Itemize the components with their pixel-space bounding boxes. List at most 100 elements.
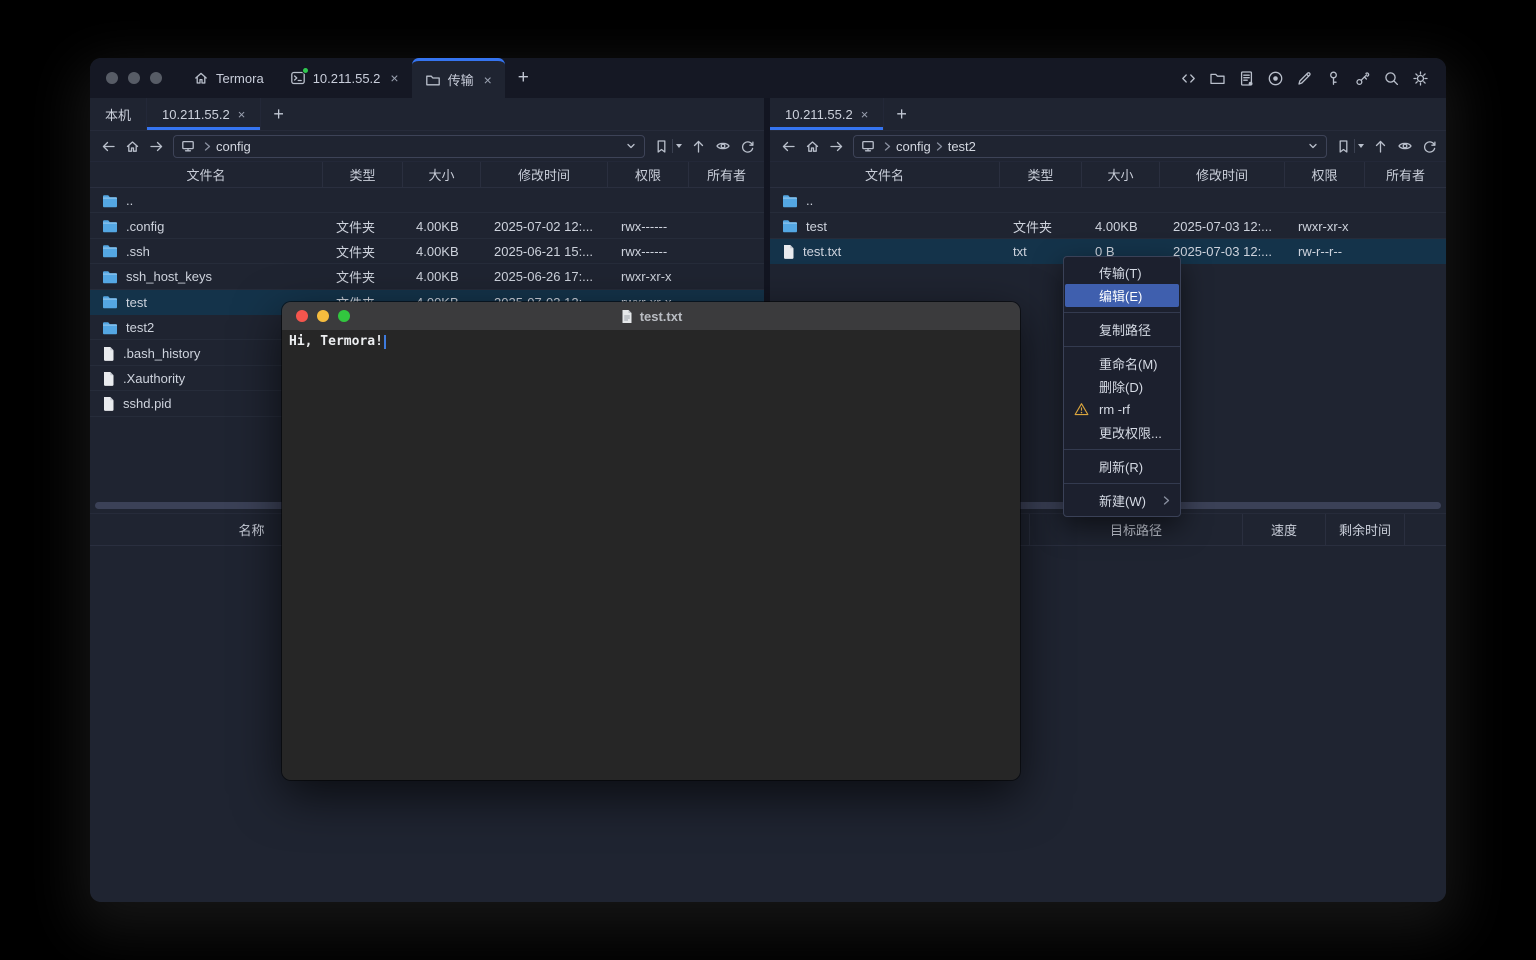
settings-icon[interactable]	[1412, 70, 1429, 87]
editor-titlebar[interactable]: test.txt	[282, 302, 1020, 330]
panel-tab-host[interactable]: 10.211.55.2 ×	[770, 98, 884, 130]
close-icon[interactable]: ×	[238, 108, 246, 121]
file-name: .bash_history	[123, 346, 200, 361]
column-header[interactable]: 所有者	[1365, 162, 1446, 187]
new-tab-button[interactable]: +	[505, 58, 542, 98]
column-header[interactable]: 修改时间	[481, 162, 608, 187]
column-header[interactable]: 所有者	[689, 162, 764, 187]
panel-tab-host[interactable]: 10.211.55.2 ×	[147, 98, 261, 130]
column-header[interactable]: 权限	[608, 162, 689, 187]
home-icon[interactable]	[805, 139, 820, 154]
file-perm: rwxr-xr-x	[608, 269, 689, 284]
zoom-window-button[interactable]	[338, 310, 350, 322]
tab-transfer[interactable]: 传输 ×	[412, 58, 505, 98]
menu-item[interactable]: 删除(D)	[1064, 375, 1180, 398]
breadcrumb-segment[interactable]: test2	[948, 139, 976, 154]
menu-item[interactable]: 刷新(R)	[1064, 455, 1180, 478]
menu-item[interactable]: rm -rf	[1064, 398, 1180, 421]
minimize-window-button[interactable]	[317, 310, 329, 322]
refresh-icon[interactable]	[740, 139, 755, 154]
record-icon[interactable]	[1267, 70, 1284, 87]
tab-session[interactable]: 10.211.55.2 ×	[277, 58, 412, 98]
table-row[interactable]: .config文件夹4.00KB2025-07-02 12:...rwx----…	[90, 213, 764, 238]
file-name: .Xauthority	[123, 371, 185, 386]
column-header-target-path[interactable]: 目标路径	[1030, 514, 1243, 545]
back-icon[interactable]	[101, 139, 116, 154]
warning-icon	[1074, 402, 1089, 416]
column-header[interactable]: 大小	[1082, 162, 1160, 187]
column-header[interactable]: 大小	[403, 162, 481, 187]
chevron-down-icon[interactable]	[1307, 140, 1319, 152]
menu-item[interactable]: 复制路径	[1064, 318, 1180, 341]
file-size: 4.00KB	[1082, 219, 1160, 234]
code-icon[interactable]	[1180, 70, 1197, 87]
close-window-button[interactable]	[296, 310, 308, 322]
editor-window: test.txt Hi, Termora!	[282, 302, 1020, 780]
menu-item[interactable]: 更改权限...	[1064, 421, 1180, 444]
close-window-button[interactable]	[106, 72, 118, 84]
file-type: 文件夹	[1000, 217, 1082, 236]
folder-icon[interactable]	[1209, 70, 1226, 87]
editor-content[interactable]: Hi, Termora!	[282, 330, 1020, 780]
chevron-right-icon	[202, 141, 213, 152]
column-header[interactable]: 文件名	[770, 162, 1000, 187]
close-icon[interactable]: ×	[861, 108, 869, 121]
file-perm: rw-r--r--	[1285, 244, 1365, 259]
menu-item-label: 删除(D)	[1099, 377, 1143, 396]
zoom-window-button[interactable]	[150, 72, 162, 84]
table-row[interactable]: ..	[770, 188, 1446, 213]
upload-icon[interactable]	[691, 139, 706, 154]
column-header[interactable]: 类型	[323, 162, 403, 187]
menu-item[interactable]: 重命名(M)	[1064, 352, 1180, 375]
forward-icon[interactable]	[149, 139, 164, 154]
column-header[interactable]: 文件名	[90, 162, 323, 187]
bookmark-button[interactable]	[1336, 139, 1364, 154]
menu-item[interactable]: 传输(T)	[1064, 261, 1180, 284]
edit-icon[interactable]	[1296, 70, 1313, 87]
breadcrumb[interactable]: config test2	[853, 135, 1327, 158]
close-icon[interactable]: ×	[484, 73, 492, 87]
column-header[interactable]: 类型	[1000, 162, 1082, 187]
divider	[672, 139, 673, 153]
search-icon[interactable]	[1383, 70, 1400, 87]
folder-icon	[782, 219, 798, 233]
table-row[interactable]: ..	[90, 188, 764, 213]
file-name: ..	[806, 193, 813, 208]
file-mtime: 2025-06-26 17:...	[481, 269, 608, 284]
terminal-icon	[290, 70, 306, 86]
file-size: 4.00KB	[403, 219, 481, 234]
file-name: ssh_host_keys	[126, 269, 212, 284]
menu-item[interactable]: 编辑(E)	[1065, 284, 1179, 307]
chevron-down-icon[interactable]	[625, 140, 637, 152]
table-row[interactable]: ssh_host_keys文件夹4.00KB2025-06-26 17:...r…	[90, 264, 764, 289]
column-header-remaining[interactable]: 剩余时间	[1326, 514, 1405, 545]
menu-item[interactable]: 新建(W)	[1064, 489, 1180, 512]
back-icon[interactable]	[781, 139, 796, 154]
column-header[interactable]: 修改时间	[1160, 162, 1285, 187]
keychain-icon[interactable]	[1354, 70, 1371, 87]
close-icon[interactable]: ×	[390, 71, 398, 85]
bookmark-button[interactable]	[654, 139, 682, 154]
column-header[interactable]: 权限	[1285, 162, 1365, 187]
key-icon[interactable]	[1325, 70, 1342, 87]
folder-icon	[102, 270, 118, 284]
log-icon[interactable]	[1238, 70, 1255, 87]
refresh-icon[interactable]	[1422, 139, 1437, 154]
upload-icon[interactable]	[1373, 139, 1388, 154]
new-panel-tab-button[interactable]: +	[261, 98, 296, 130]
show-hidden-icon[interactable]	[715, 138, 731, 154]
breadcrumb-segment[interactable]: config	[216, 139, 251, 154]
breadcrumb[interactable]: config	[173, 135, 645, 158]
forward-icon[interactable]	[829, 139, 844, 154]
document-icon	[620, 309, 634, 324]
minimize-window-button[interactable]	[128, 72, 140, 84]
table-row[interactable]: .ssh文件夹4.00KB2025-06-21 15:...rwx------	[90, 239, 764, 264]
table-row[interactable]: test文件夹4.00KB2025-07-03 12:...rwxr-xr-x	[770, 213, 1446, 238]
home-icon[interactable]	[125, 139, 140, 154]
show-hidden-icon[interactable]	[1397, 138, 1413, 154]
column-header-speed[interactable]: 速度	[1243, 514, 1326, 545]
new-panel-tab-button[interactable]: +	[884, 98, 919, 130]
tab-home[interactable]: Termora	[180, 58, 277, 98]
breadcrumb-segment[interactable]: config	[896, 139, 931, 154]
panel-tab-local[interactable]: 本机	[90, 98, 147, 130]
